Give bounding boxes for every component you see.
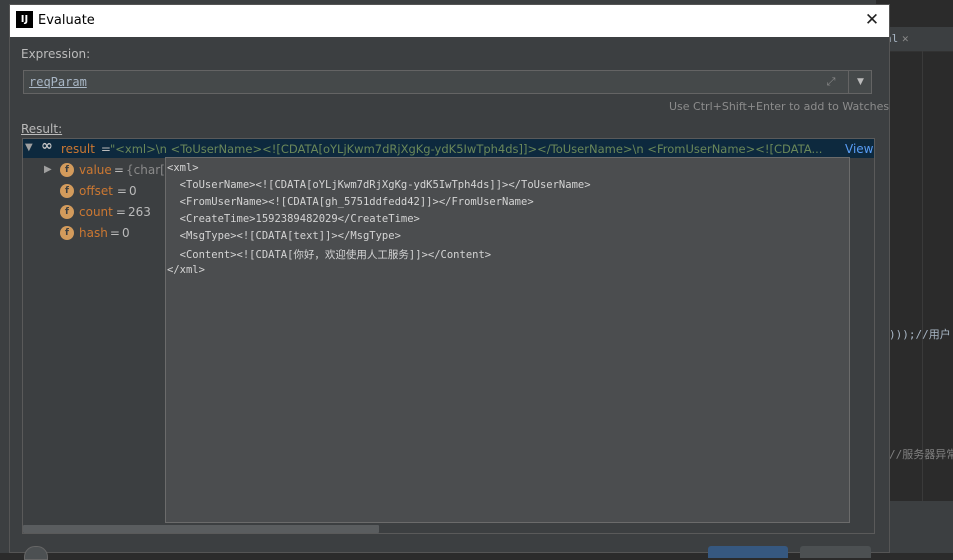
field-name[interactable]: value [79, 163, 112, 177]
horizontal-scrollbar[interactable] [23, 525, 379, 533]
popup-line: <Content><![CDATA[你好，欢迎使用人工服务]]></Conten… [167, 249, 492, 261]
expand-icon[interactable]: ⤢ [822, 74, 840, 90]
code-fragment: )));//用户 [889, 328, 951, 341]
field-name[interactable]: hash [79, 226, 108, 240]
editor-tab-close-icon[interactable]: ✕ [902, 32, 909, 45]
expand-triangle-icon[interactable]: ▶ [44, 164, 52, 175]
evaluate-button[interactable] [708, 546, 788, 558]
watches-hint: Use Ctrl+Shift+Enter to add to Watches [669, 100, 890, 113]
infinity-icon: ∞ [41, 138, 53, 154]
collapse-triangle-icon[interactable]: ▼ [25, 142, 33, 153]
popup-line: <ToUserName><![CDATA[oYLjKwm7dRjXgKg-ydK… [167, 179, 591, 191]
popup-line: <MsgType><![CDATA[text]]></MsgType> [167, 230, 401, 242]
field-icon: f [60, 163, 74, 177]
help-button[interactable] [24, 546, 48, 560]
value-popup[interactable]: <xml> <ToUserName><![CDATA[oYLjKwm7dRjXg… [165, 157, 850, 523]
popup-line: <CreateTime>1592389482029</CreateTime> [167, 213, 420, 225]
close-icon[interactable]: ✕ [862, 10, 882, 30]
field-icon: f [60, 205, 74, 219]
dialog-title: Evaluate [38, 13, 95, 28]
result-value: "<xml>\n <ToUserName><![CDATA[oYLjKwm7dR… [110, 142, 823, 156]
dialog-titlebar[interactable] [10, 5, 889, 37]
intellij-app-icon: IJ [16, 11, 33, 28]
editor-right-margin [922, 51, 923, 501]
field-value: 0 [129, 184, 137, 198]
popup-line: <xml> [167, 162, 199, 174]
expression-value[interactable]: reqParam [29, 75, 87, 89]
history-dropdown-icon[interactable]: ▼ [850, 71, 871, 93]
field-icon: f [60, 226, 74, 240]
field-value: 0 [122, 226, 130, 240]
code-comment: //服务器异常 [889, 448, 953, 461]
close-button[interactable] [800, 546, 871, 558]
expression-input[interactable] [23, 70, 872, 94]
popup-line: </xml> [167, 264, 205, 276]
field-icon: f [60, 184, 74, 198]
popup-line: <FromUserName><![CDATA[gh_5751ddfedd42]]… [167, 196, 534, 208]
expression-separator [848, 71, 849, 93]
expression-label: Expression: [21, 47, 91, 61]
field-name[interactable]: count [79, 205, 113, 219]
result-label: Result: [21, 122, 63, 136]
result-name: result [61, 142, 95, 156]
field-name[interactable]: offset [79, 184, 113, 198]
view-link[interactable]: View [845, 142, 873, 156]
field-value: 263 [128, 205, 151, 219]
